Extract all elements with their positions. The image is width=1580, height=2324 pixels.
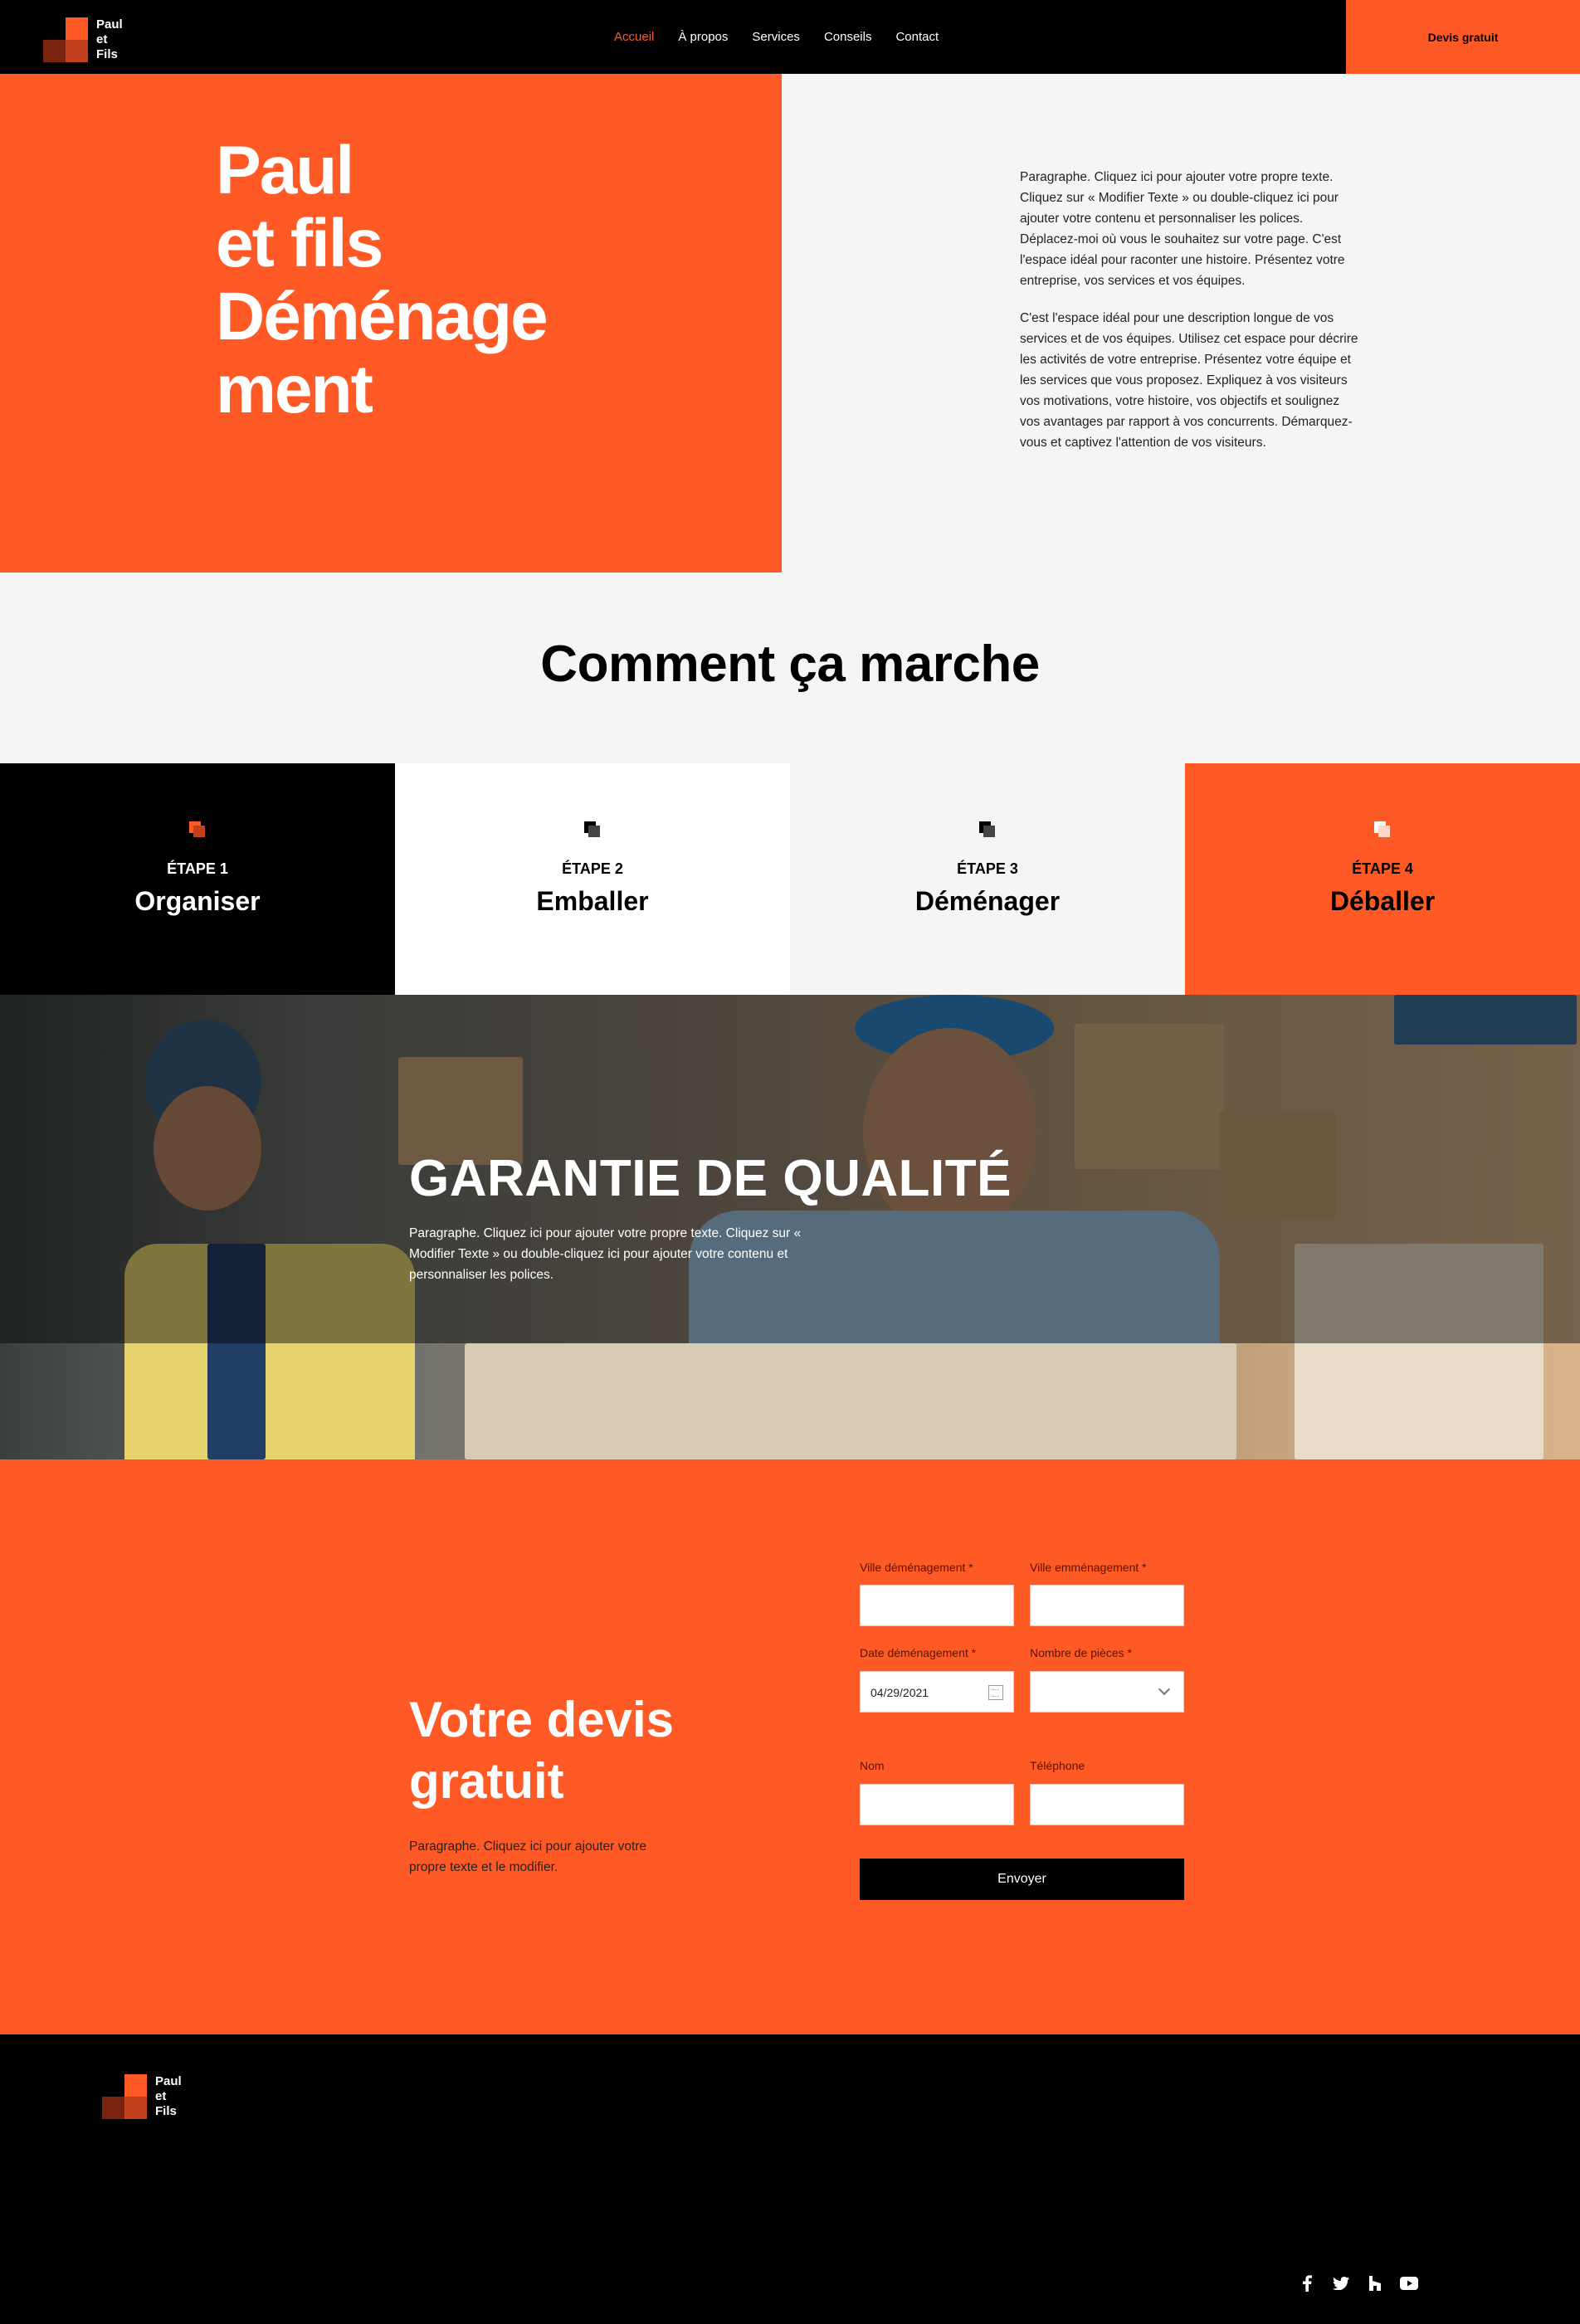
- hours-weekdays: Lun-Ven : 7h - 22h: [901, 2116, 994, 2128]
- date-label: Date déménagement *: [860, 1646, 977, 1659]
- logo-icon: [102, 2074, 147, 2119]
- quote-title: Votre devis gratuit: [409, 1692, 675, 1809]
- chevron-down-icon: [1158, 1683, 1171, 1696]
- phone-label: Téléphone: [1030, 1759, 1085, 1772]
- footer-logo[interactable]: Paul et Fils: [102, 2074, 202, 2121]
- quote-paragraph: Paragraphe. Cliquez ici pour ajouter vot…: [409, 1839, 647, 1874]
- contact-address-line2: 75001 Paris, France: [504, 2207, 605, 2219]
- orange-squares-icon: [189, 821, 206, 838]
- black-squares-icon: [584, 821, 601, 838]
- step-number: ÉTAPE 4: [1352, 860, 1413, 877]
- rooms-label: Nombre de pièces *: [1030, 1646, 1132, 1659]
- social-bar: [1298, 2274, 1418, 2292]
- youtube-icon[interactable]: [1400, 2274, 1418, 2292]
- step-number: ÉTAPE 3: [957, 860, 1018, 877]
- resource-link-legal[interactable]: Mentions légales: [1299, 2168, 1455, 2186]
- resource-link-terms[interactable]: Conditions d'utilisation: [1299, 2223, 1455, 2241]
- hero-paragraph-2: C'est l'espace idéal pour une descriptio…: [1020, 311, 1358, 450]
- nav-item-accueil[interactable]: Accueil: [614, 30, 654, 44]
- copyright: © 2023 par Paul et fils. Créé avec Wix.c…: [102, 2259, 212, 2290]
- contact-heading: CONTACT: [504, 2075, 558, 2088]
- twitter-icon[interactable]: [1332, 2274, 1350, 2292]
- phone-input[interactable]: [1030, 1784, 1184, 1825]
- step-number: ÉTAPE 2: [562, 860, 623, 877]
- hero-description: Paragraphe. Cliquez ici pour ajouter vot…: [1020, 167, 1360, 470]
- white-squares-icon: [1374, 821, 1391, 838]
- step-number: ÉTAPE 1: [167, 860, 228, 877]
- site-header: Paul et Fils Accueil À propos Services C…: [0, 0, 1580, 74]
- license-number: Numéro de licence : 123-456-7890: [102, 2154, 281, 2167]
- logo-text: Paul et Fils: [155, 2074, 182, 2118]
- contact-address-line1: 15 rue du château: [504, 2189, 594, 2201]
- resource-link-faq[interactable]: FAQ: [1299, 2150, 1455, 2168]
- submit-button[interactable]: Envoyer: [860, 1859, 1184, 1900]
- step-card-3[interactable]: ÉTAPE 3 Déménager: [790, 763, 1185, 995]
- rooms-select[interactable]: [1030, 1671, 1184, 1713]
- logo-icon: [43, 17, 88, 62]
- steps-row: ÉTAPE 1 Organiser ÉTAPE 2 Emballer ÉTAPE…: [0, 763, 1580, 995]
- houzz-icon[interactable]: [1366, 2274, 1384, 2292]
- facebook-icon[interactable]: [1298, 2274, 1316, 2292]
- free-quote-button[interactable]: Devis gratuit: [1346, 0, 1580, 74]
- contact-email[interactable]: E-mail : info@monsite.fr: [504, 2132, 623, 2150]
- to-city-input[interactable]: [1030, 1585, 1184, 1626]
- to-city-label: Ville emménagement *: [1030, 1561, 1147, 1574]
- step-card-2[interactable]: ÉTAPE 2 Emballer: [395, 763, 790, 995]
- how-it-works-title: Comment ça marche: [540, 636, 1040, 693]
- logo-text: Paul et Fils: [96, 17, 123, 61]
- resource-link-conseils[interactable]: Conseils: [1299, 2132, 1455, 2150]
- calendar-icon[interactable]: [988, 1685, 1003, 1700]
- footer-contact: CONTACT Tél : 01 23 45 67 89 E-mail : in…: [504, 2073, 623, 2223]
- footer-resources: RESSOURCES Adresses Conseils FAQ Mention…: [1299, 2073, 1455, 2241]
- name-label: Nom: [860, 1759, 885, 1772]
- nav-item-conseils[interactable]: Conseils: [824, 30, 872, 44]
- from-city-label: Ville déménagement *: [860, 1561, 973, 1574]
- name-input[interactable]: [860, 1784, 1014, 1825]
- hours-sunday: Dimanche : 8h - 23h: [901, 2152, 1002, 2165]
- site-logo[interactable]: Paul et Fils: [43, 17, 143, 64]
- hero-title: Paul et fils Déménage ment: [216, 133, 549, 427]
- date-value: 04/29/2021: [870, 1686, 929, 1699]
- step-card-1[interactable]: ÉTAPE 1 Organiser: [0, 763, 395, 995]
- date-input[interactable]: 04/29/2021: [860, 1671, 1014, 1713]
- hours-heading: HORAIRES D'OUVERTURE: [901, 2075, 1044, 2088]
- quality-paragraph: Paragraphe. Cliquez ici pour ajouter vot…: [409, 1226, 802, 1282]
- nav-item-contact[interactable]: Contact: [895, 30, 939, 44]
- main-nav: Accueil À propos Services Conseils Conta…: [614, 0, 939, 74]
- hours-saturday: Samedi : 8h - 22h: [901, 2134, 990, 2146]
- resource-link-cookies[interactable]: Politique en matière de cookies: [1299, 2186, 1455, 2205]
- resource-link-privacy[interactable]: Politique de confidentialité: [1299, 2205, 1455, 2223]
- step-label: Déménager: [914, 886, 1061, 916]
- contact-phone[interactable]: Tél : 01 23 45 67 89: [504, 2113, 623, 2132]
- nav-item-services[interactable]: Services: [752, 30, 800, 44]
- step-label: Déballer: [1329, 886, 1436, 916]
- from-city-input[interactable]: [860, 1585, 1014, 1626]
- resources-heading: RESSOURCES: [1299, 2075, 1378, 2088]
- footer-hours: HORAIRES D'OUVERTURE Lun-Ven : 7h - 22h …: [901, 2073, 1043, 2168]
- resource-link-adresses[interactable]: Adresses: [1299, 2113, 1455, 2132]
- nav-item-a-propos[interactable]: À propos: [678, 30, 728, 44]
- quality-title: GARANTIE DE QUALITÉ: [409, 1150, 1012, 1207]
- black-squares-icon: [979, 821, 996, 838]
- quote-section: [0, 1459, 1580, 2034]
- step-label: Emballer: [536, 886, 649, 916]
- hero-paragraph-1: Paragraphe. Cliquez ici pour ajouter vot…: [1020, 170, 1345, 288]
- step-label: Organiser: [134, 886, 261, 916]
- step-card-4[interactable]: ÉTAPE 4 Déballer: [1185, 763, 1580, 995]
